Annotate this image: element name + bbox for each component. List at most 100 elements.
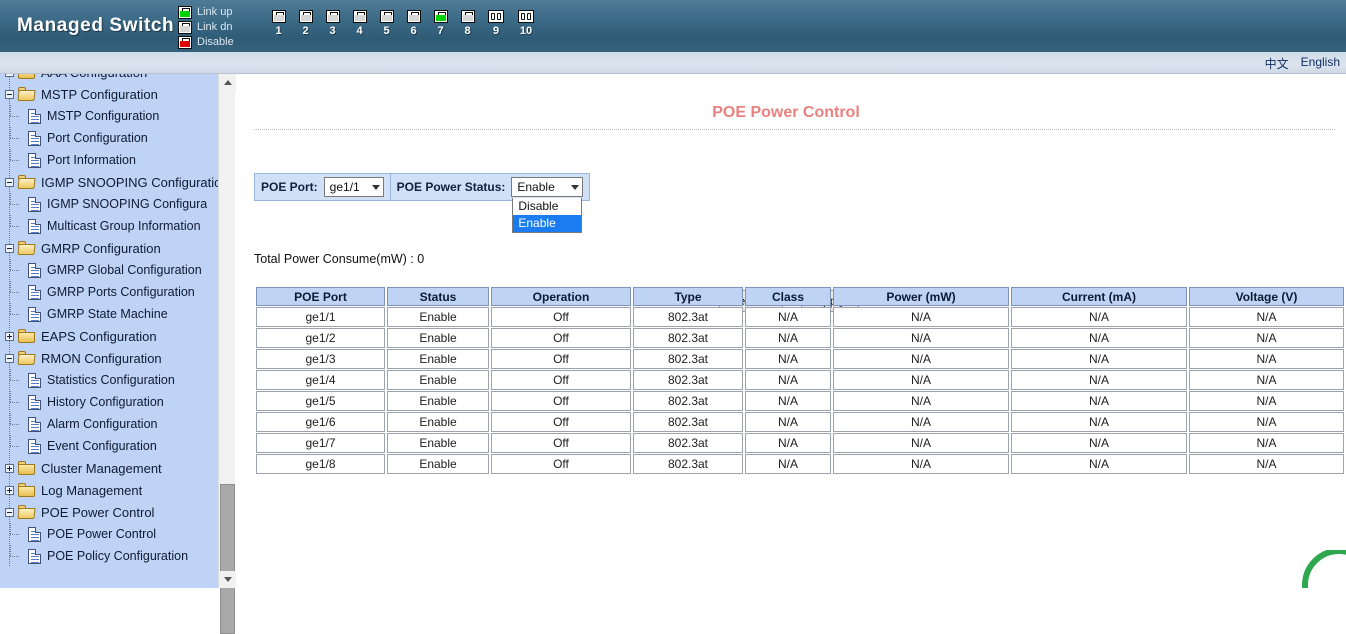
legend-item-green: Link up — [178, 5, 258, 19]
poe-port-value: ge1/1 — [330, 180, 360, 194]
tree-expander-toggle[interactable] — [5, 178, 14, 187]
sidebar-item-poe-power-control[interactable]: POE Power Control — [0, 501, 218, 523]
language-bar: 中文 English — [0, 52, 1346, 74]
table-cell: Enable — [387, 391, 489, 411]
table-cell: 802.3at — [633, 328, 743, 348]
sidebar-item-alarm-configuration[interactable]: Alarm Configuration — [0, 413, 218, 435]
table-cell: 802.3at — [633, 391, 743, 411]
poe-status-dropdown-list[interactable]: DisableEnable — [512, 198, 582, 233]
port-9[interactable]: 9 — [486, 10, 506, 37]
tree-branch-line — [10, 127, 25, 149]
sidebar-item-cluster-management[interactable]: Cluster Management — [0, 457, 218, 479]
sidebar-item-label: EAPS Configuration — [41, 329, 157, 344]
language-link-chinese[interactable]: 中文 — [1265, 55, 1289, 72]
document-icon — [28, 285, 41, 300]
table-cell: Off — [491, 391, 631, 411]
sidebar-item-label: Alarm Configuration — [47, 417, 157, 431]
port-number-label: 10 — [520, 25, 532, 37]
poe-port-select[interactable]: ge1/1 — [324, 177, 384, 197]
dropdown-option-disable[interactable]: Disable — [513, 198, 581, 215]
sidebar-item-label: Log Management — [41, 483, 142, 498]
table-row: ge1/2EnableOff802.3atN/AN/AN/AN/A — [256, 328, 1344, 348]
sidebar-item-gmrp-ports-configuration[interactable]: GMRP Ports Configuration — [0, 281, 218, 303]
sidebar-item-multicast-group-information[interactable]: Multicast Group Information — [0, 215, 218, 237]
sfp-port-icon — [488, 10, 504, 23]
scroll-down-button[interactable] — [219, 571, 236, 588]
tree-branch-line — [10, 545, 25, 567]
table-cell: 802.3at — [633, 454, 743, 474]
legend-item-gray: Link dn — [178, 20, 258, 34]
port-3[interactable]: 3 — [324, 10, 341, 37]
port-4[interactable]: 4 — [351, 10, 368, 37]
port-status-legend: Link upLink dnDisable — [178, 5, 258, 49]
sidebar-scrollbar[interactable] — [218, 74, 235, 588]
poe-status-select[interactable]: Enable DisableEnable — [511, 177, 583, 197]
table-cell: Off — [491, 454, 631, 474]
navigation-sidebar[interactable]: AAA ConfigurationMSTP ConfigurationMSTP … — [0, 74, 218, 588]
sidebar-item-label: POE Power Control — [47, 527, 156, 541]
tree-expander-toggle[interactable] — [5, 74, 14, 77]
sidebar-item-port-information[interactable]: Port Information — [0, 149, 218, 171]
legend-gray-icon — [178, 21, 192, 34]
port-1[interactable]: 1 — [270, 10, 287, 37]
port-7[interactable]: 7 — [432, 10, 449, 37]
sidebar-item-label: Cluster Management — [41, 461, 162, 476]
rj45-port-icon — [299, 10, 313, 23]
table-row: ge1/3EnableOff802.3atN/AN/AN/AN/A — [256, 349, 1344, 369]
sidebar-item-poe-policy-configuration[interactable]: POE Policy Configuration — [0, 545, 218, 567]
tree-expander-toggle[interactable] — [5, 508, 14, 517]
table-row: ge1/6EnableOff802.3atN/AN/AN/AN/A — [256, 412, 1344, 432]
tree-expander-toggle[interactable] — [5, 332, 14, 341]
table-cell: N/A — [1011, 391, 1187, 411]
dropdown-option-enable[interactable]: Enable — [513, 215, 581, 232]
tree-expander-toggle[interactable] — [5, 464, 14, 473]
table-cell: Off — [491, 433, 631, 453]
table-cell: 802.3at — [633, 412, 743, 432]
tree-expander-toggle[interactable] — [5, 354, 14, 363]
sidebar-item-mstp-configuration[interactable]: MSTP Configuration — [0, 105, 218, 127]
port-5[interactable]: 5 — [378, 10, 395, 37]
table-cell: N/A — [1011, 370, 1187, 390]
document-icon — [28, 527, 41, 542]
sidebar-item-eaps-configuration[interactable]: EAPS Configuration — [0, 325, 218, 347]
sidebar-item-aaa-configuration[interactable]: AAA Configuration — [0, 74, 218, 83]
port-number-label: 6 — [410, 25, 416, 37]
table-cell: N/A — [1189, 307, 1344, 327]
tree-expander-toggle[interactable] — [5, 486, 14, 495]
scroll-up-button[interactable] — [219, 74, 236, 91]
sidebar-item-igmp-snooping-configuratio[interactable]: IGMP SNOOPING Configuratio — [0, 171, 218, 193]
port-6[interactable]: 6 — [405, 10, 422, 37]
language-link-english[interactable]: English — [1301, 55, 1340, 72]
column-header-voltage-v: Voltage (V) — [1189, 287, 1344, 306]
sidebar-item-event-configuration[interactable]: Event Configuration — [0, 435, 218, 457]
tree-expander-toggle[interactable] — [5, 90, 14, 99]
sidebar-item-mstp-configuration[interactable]: MSTP Configuration — [0, 83, 218, 105]
sidebar-item-poe-power-control[interactable]: POE Power Control — [0, 523, 218, 545]
sidebar-item-statistics-configuration[interactable]: Statistics Configuration — [0, 369, 218, 391]
chevron-down-icon — [571, 185, 579, 190]
tree-branch-line — [10, 259, 25, 281]
table-cell: N/A — [833, 328, 1009, 348]
port-10[interactable]: 10 — [516, 10, 536, 37]
sidebar-item-gmrp-global-configuration[interactable]: GMRP Global Configuration — [0, 259, 218, 281]
sidebar-item-gmrp-configuration[interactable]: GMRP Configuration — [0, 237, 218, 259]
sidebar-item-port-configuration[interactable]: Port Configuration — [0, 127, 218, 149]
table-cell: N/A — [745, 307, 831, 327]
sidebar-item-rmon-configuration[interactable]: RMON Configuration — [0, 347, 218, 369]
table-cell: N/A — [1011, 412, 1187, 432]
table-cell: ge1/8 — [256, 454, 385, 474]
table-cell: N/A — [833, 433, 1009, 453]
table-cell: ge1/5 — [256, 391, 385, 411]
port-2[interactable]: 2 — [297, 10, 314, 37]
table-cell: N/A — [745, 412, 831, 432]
port-8[interactable]: 8 — [459, 10, 476, 37]
table-row: ge1/4EnableOff802.3atN/AN/AN/AN/A — [256, 370, 1344, 390]
scrollbar-thumb[interactable] — [220, 484, 235, 634]
table-cell: ge1/3 — [256, 349, 385, 369]
sidebar-item-igmp-snooping-configura[interactable]: IGMP SNOOPING Configura — [0, 193, 218, 215]
tree-branch-line — [10, 523, 25, 545]
sidebar-item-gmrp-state-machine[interactable]: GMRP State Machine — [0, 303, 218, 325]
tree-expander-toggle[interactable] — [5, 244, 14, 253]
sidebar-item-log-management[interactable]: Log Management — [0, 479, 218, 501]
sidebar-item-history-configuration[interactable]: History Configuration — [0, 391, 218, 413]
